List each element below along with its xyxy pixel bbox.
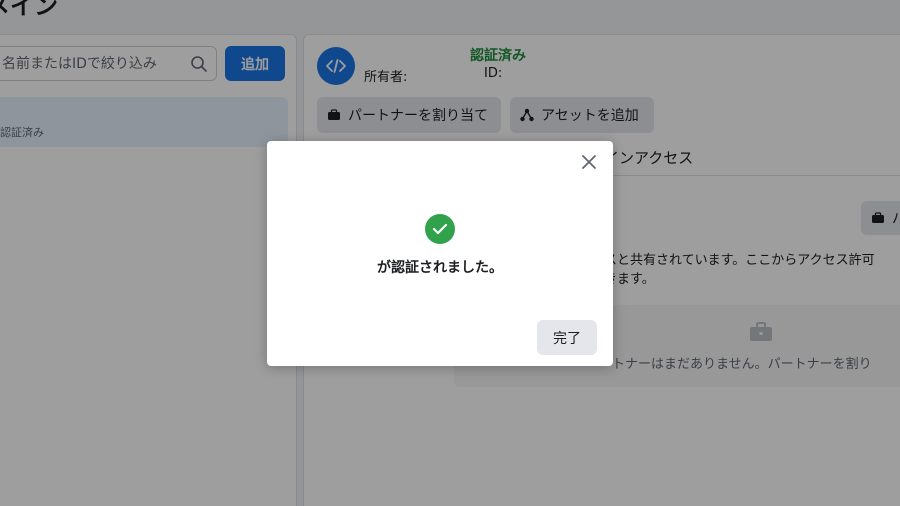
close-icon[interactable] <box>580 153 598 171</box>
check-icon <box>432 223 448 235</box>
done-button[interactable]: 完了 <box>537 320 597 355</box>
verification-success-dialog: が認証されました。 完了 <box>267 141 613 366</box>
modal-message: が認証されました。 <box>377 260 503 276</box>
success-icon <box>425 214 455 244</box>
